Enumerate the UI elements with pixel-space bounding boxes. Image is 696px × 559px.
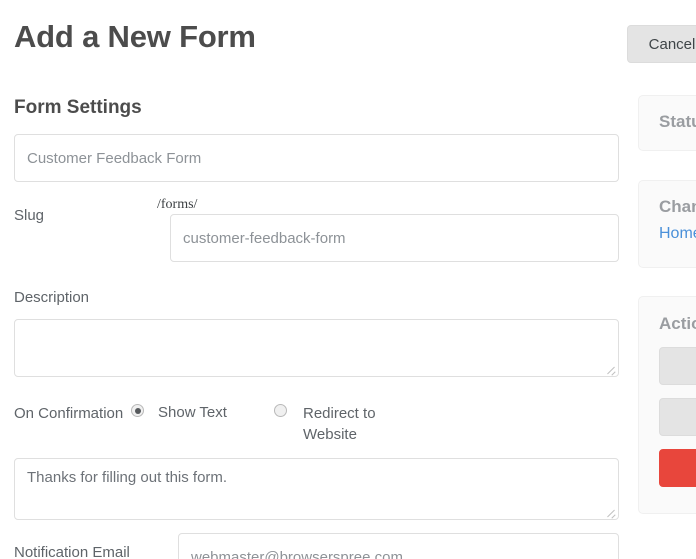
resize-handle-icon[interactable] — [604, 362, 616, 374]
publish-panel-heading: Change — [659, 197, 696, 216]
status-panel: Status — [638, 95, 696, 151]
radio-show-text[interactable] — [131, 404, 144, 417]
form-settings-column: Form Settings Customer Feedback Form Slu… — [0, 0, 632, 559]
notification-email-label: Notification Email — [14, 544, 130, 559]
description-textarea[interactable] — [14, 319, 619, 377]
radio-redirect-to-website[interactable] — [274, 404, 287, 417]
action-button-view[interactable]: V — [659, 398, 696, 436]
action-button-entries[interactable]: En — [659, 347, 696, 385]
actions-panel: Actions En V D — [638, 296, 696, 514]
actions-panel-heading: Actions — [659, 314, 696, 333]
notification-email-input[interactable]: webmaster@browserspree.com — [178, 533, 619, 559]
publish-panel-link[interactable]: Home — [659, 225, 696, 243]
add-form-page: Add a New Form Cancel Form Settings Cust… — [0, 0, 696, 559]
slug-label: Slug — [14, 207, 45, 224]
section-title-form-settings: Form Settings — [14, 97, 142, 118]
publish-panel: Change Home — [638, 180, 696, 268]
action-button-delete[interactable]: D — [659, 449, 696, 487]
radio-label-show-text[interactable]: Show Text — [158, 403, 227, 423]
sidebar: Status Change Home Actions En V D — [638, 0, 696, 559]
radio-label-redirect-to-website[interactable]: Redirect to Website — [303, 403, 389, 445]
resize-handle-icon[interactable] — [604, 505, 616, 517]
confirmation-message-textarea[interactable]: Thanks for filling out this form. — [14, 458, 619, 520]
slug-prefix: /forms/ — [157, 197, 198, 212]
on-confirmation-label: On Confirmation — [14, 405, 124, 422]
slug-input[interactable]: customer-feedback-form — [170, 214, 619, 262]
confirmation-message-value: Thanks for filling out this form. — [27, 469, 228, 486]
form-name-input[interactable]: Customer Feedback Form — [14, 134, 619, 182]
status-panel-heading: Status — [659, 112, 696, 131]
description-label: Description — [14, 289, 90, 306]
